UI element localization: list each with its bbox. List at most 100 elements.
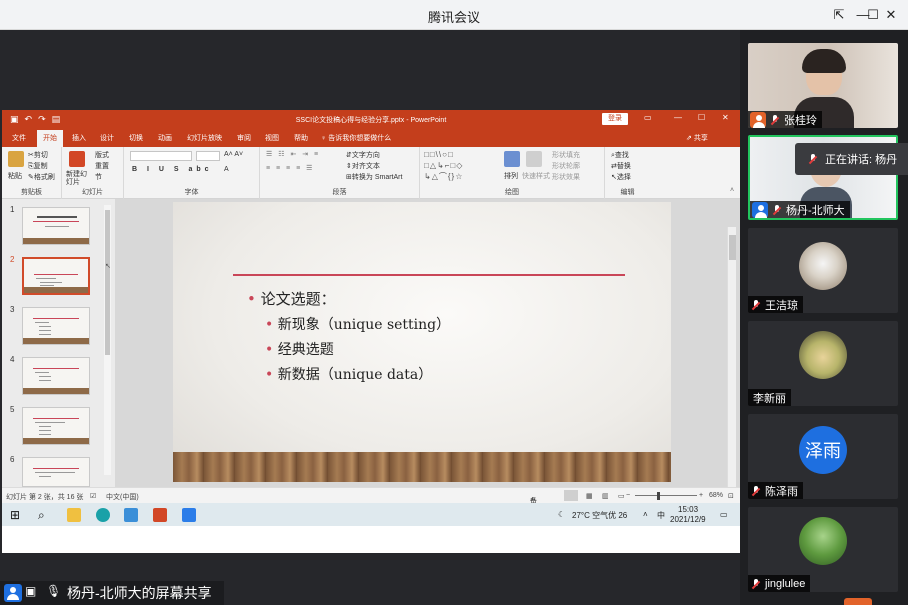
tell-me-search[interactable]: ♀ 告诉我你想要做什么 (321, 133, 391, 143)
quick-styles-button[interactable]: 快速样式 (522, 171, 550, 181)
new-slide-icon[interactable] (69, 151, 85, 167)
slide-sorter-icon[interactable]: ▦ (586, 492, 593, 500)
slide-scroll-knob[interactable] (729, 235, 736, 260)
search-icon[interactable]: ⌕ (38, 508, 52, 522)
font-size-dropdown[interactable] (196, 151, 220, 161)
text-direction-button[interactable]: ⇵文字方向 (346, 150, 380, 160)
smartart-button[interactable]: ⊞转换为 SmartArt (346, 172, 402, 182)
copy-label: 复制 (33, 163, 48, 170)
quick-styles-icon[interactable] (526, 151, 542, 167)
weather-text[interactable]: 27°C 空气优 26 (572, 510, 627, 521)
thumbnail-scroll-knob[interactable] (105, 210, 110, 355)
tab-help[interactable]: 帮助 (294, 133, 308, 143)
reading-view-icon[interactable]: ▥ (602, 492, 609, 500)
tab-insert[interactable]: 插入 (72, 133, 86, 143)
tencent-meeting-taskbar-icon[interactable] (182, 508, 196, 522)
participant-tile[interactable]: 李新丽 (748, 321, 898, 406)
cloud-app-icon[interactable] (124, 508, 138, 522)
align-text-button[interactable]: ⇕对齐文本 (346, 161, 380, 171)
font-format-buttons[interactable]: B I U S abc (132, 166, 213, 173)
participant-tile[interactable]: 泽雨 陈泽雨 (748, 414, 898, 499)
collapse-ribbon-icon[interactable]: ˄ (730, 187, 734, 194)
pin-icon[interactable]: ⇱ (829, 5, 849, 25)
list-buttons[interactable]: ☰ ☷ ⇤ ⇥ ≡ (266, 150, 320, 158)
layout-button[interactable]: 版式 (95, 150, 109, 160)
find-button[interactable]: ⌕查找 (611, 150, 629, 160)
slide-thumbnail[interactable] (22, 407, 90, 445)
thumb-number: 2 (10, 255, 15, 264)
replace-button[interactable]: ⇄替换 (611, 161, 631, 171)
cut-button[interactable]: ✂剪切 (28, 150, 48, 160)
ppt-maximize-icon[interactable]: ☐ (698, 113, 705, 122)
font-name-dropdown[interactable] (130, 151, 192, 161)
shape-effects-button[interactable]: 形状效果 (552, 172, 580, 182)
clock-time[interactable]: 15:03 (678, 505, 698, 514)
file-explorer-icon[interactable] (67, 508, 81, 522)
new-slide-button[interactable]: 新建幻灯片 (66, 171, 92, 187)
shapes-gallery[interactable]: □□\\○□ □△↳⌐□◇ ↳△⌒{}☆ (424, 149, 496, 182)
slide-thumbnail-active[interactable] (22, 257, 90, 295)
tab-design[interactable]: 设计 (100, 133, 114, 143)
powerpoint-taskbar-icon[interactable] (153, 508, 167, 522)
participant-name-bar: 李新丽 (748, 389, 791, 406)
slides-group: 新建幻灯片 版式 重置 节 幻灯片 (62, 147, 124, 199)
ppt-close-icon[interactable]: ✕ (722, 113, 729, 122)
speaking-indicator-text: 正在讲话: 杨丹 (825, 154, 898, 166)
login-button[interactable]: 登录 (602, 113, 628, 125)
spellcheck-icon[interactable]: ☑ (90, 492, 96, 500)
normal-view-icon[interactable] (564, 490, 578, 501)
copy-button[interactable]: ⎘复制 (28, 161, 48, 171)
participant-tile[interactable]: 张桂玲 (748, 43, 898, 128)
zoom-out-icon[interactable]: − (626, 492, 630, 499)
windows-start-icon[interactable]: ⊞ (10, 508, 24, 522)
align-buttons[interactable]: ≡ ≡ ≡ ≡ ☰ (266, 164, 314, 172)
ribbon-display-icon[interactable]: ▭ (644, 113, 652, 122)
share-button[interactable]: ⇗ 共享 (686, 133, 708, 143)
thumb-number: 6 (10, 455, 15, 464)
paste-button[interactable]: 粘贴 (8, 171, 22, 181)
tray-expand-icon[interactable]: ˄ (643, 510, 648, 519)
section-button[interactable]: 节 (95, 172, 102, 182)
zoom-slider[interactable] (635, 495, 697, 496)
tab-review[interactable]: 审阅 (237, 133, 251, 143)
font-color-icon[interactable]: A (224, 166, 229, 173)
language-indicator[interactable]: 中文(中国) (106, 492, 139, 502)
tab-home[interactable]: 开始 (37, 130, 63, 147)
shape-outline-button[interactable]: 形状轮廓 (552, 161, 580, 171)
tab-transitions[interactable]: 切换 (129, 133, 143, 143)
ppt-minimize-icon[interactable]: — (674, 113, 682, 122)
arrange-icon[interactable] (504, 151, 520, 167)
arrange-button[interactable]: 排列 (504, 171, 518, 181)
slideshow-view-icon[interactable]: ▭ (618, 492, 625, 500)
clock-date[interactable]: 2021/12/9 (670, 515, 706, 524)
zoom-in-icon[interactable]: + (699, 492, 703, 499)
slide-scrollbar[interactable] (727, 227, 736, 487)
slide-thumbnail[interactable] (22, 457, 90, 487)
font-grow-shrink-icon[interactable]: A˄ A˅ (224, 151, 243, 158)
ime-indicator[interactable]: 中 (657, 510, 665, 521)
tab-view[interactable]: 视图 (265, 133, 279, 143)
maximize-button[interactable]: ☐ (863, 5, 883, 25)
close-button[interactable]: ✕ (881, 5, 901, 25)
zoom-level[interactable]: 68% (709, 492, 723, 499)
tab-slideshow[interactable]: 幻灯片放映 (187, 133, 222, 143)
edge-browser-icon[interactable] (96, 508, 110, 522)
slide-thumbnail[interactable] (22, 307, 90, 345)
tab-file[interactable]: 文件 (12, 133, 26, 143)
slide-thumbnail[interactable] (22, 357, 90, 395)
paste-icon[interactable] (8, 151, 24, 167)
format-painter-button[interactable]: ✎格式刷 (28, 172, 55, 182)
current-slide[interactable]: • 论文选题： • 新现象（unique setting） • 经典选题 • 新… (173, 202, 671, 482)
reset-button[interactable]: 重置 (95, 161, 109, 171)
notification-icon[interactable]: ▭ (720, 510, 728, 519)
zoom-slider-knob[interactable] (657, 492, 660, 500)
tab-animations[interactable]: 动画 (158, 133, 172, 143)
select-button[interactable]: ↖选择 (611, 172, 631, 182)
shape-fill-button[interactable]: 形状填充 (552, 150, 580, 160)
participant-tile[interactable]: jinglulee (748, 507, 898, 592)
slide-thumbnail[interactable] (22, 207, 90, 245)
slide-title-rule (233, 274, 625, 276)
participant-tile[interactable]: 王洁琼 (748, 228, 898, 313)
thumbnail-scrollbar[interactable] (104, 205, 111, 475)
fit-slide-icon[interactable]: ⊡ (728, 492, 734, 500)
